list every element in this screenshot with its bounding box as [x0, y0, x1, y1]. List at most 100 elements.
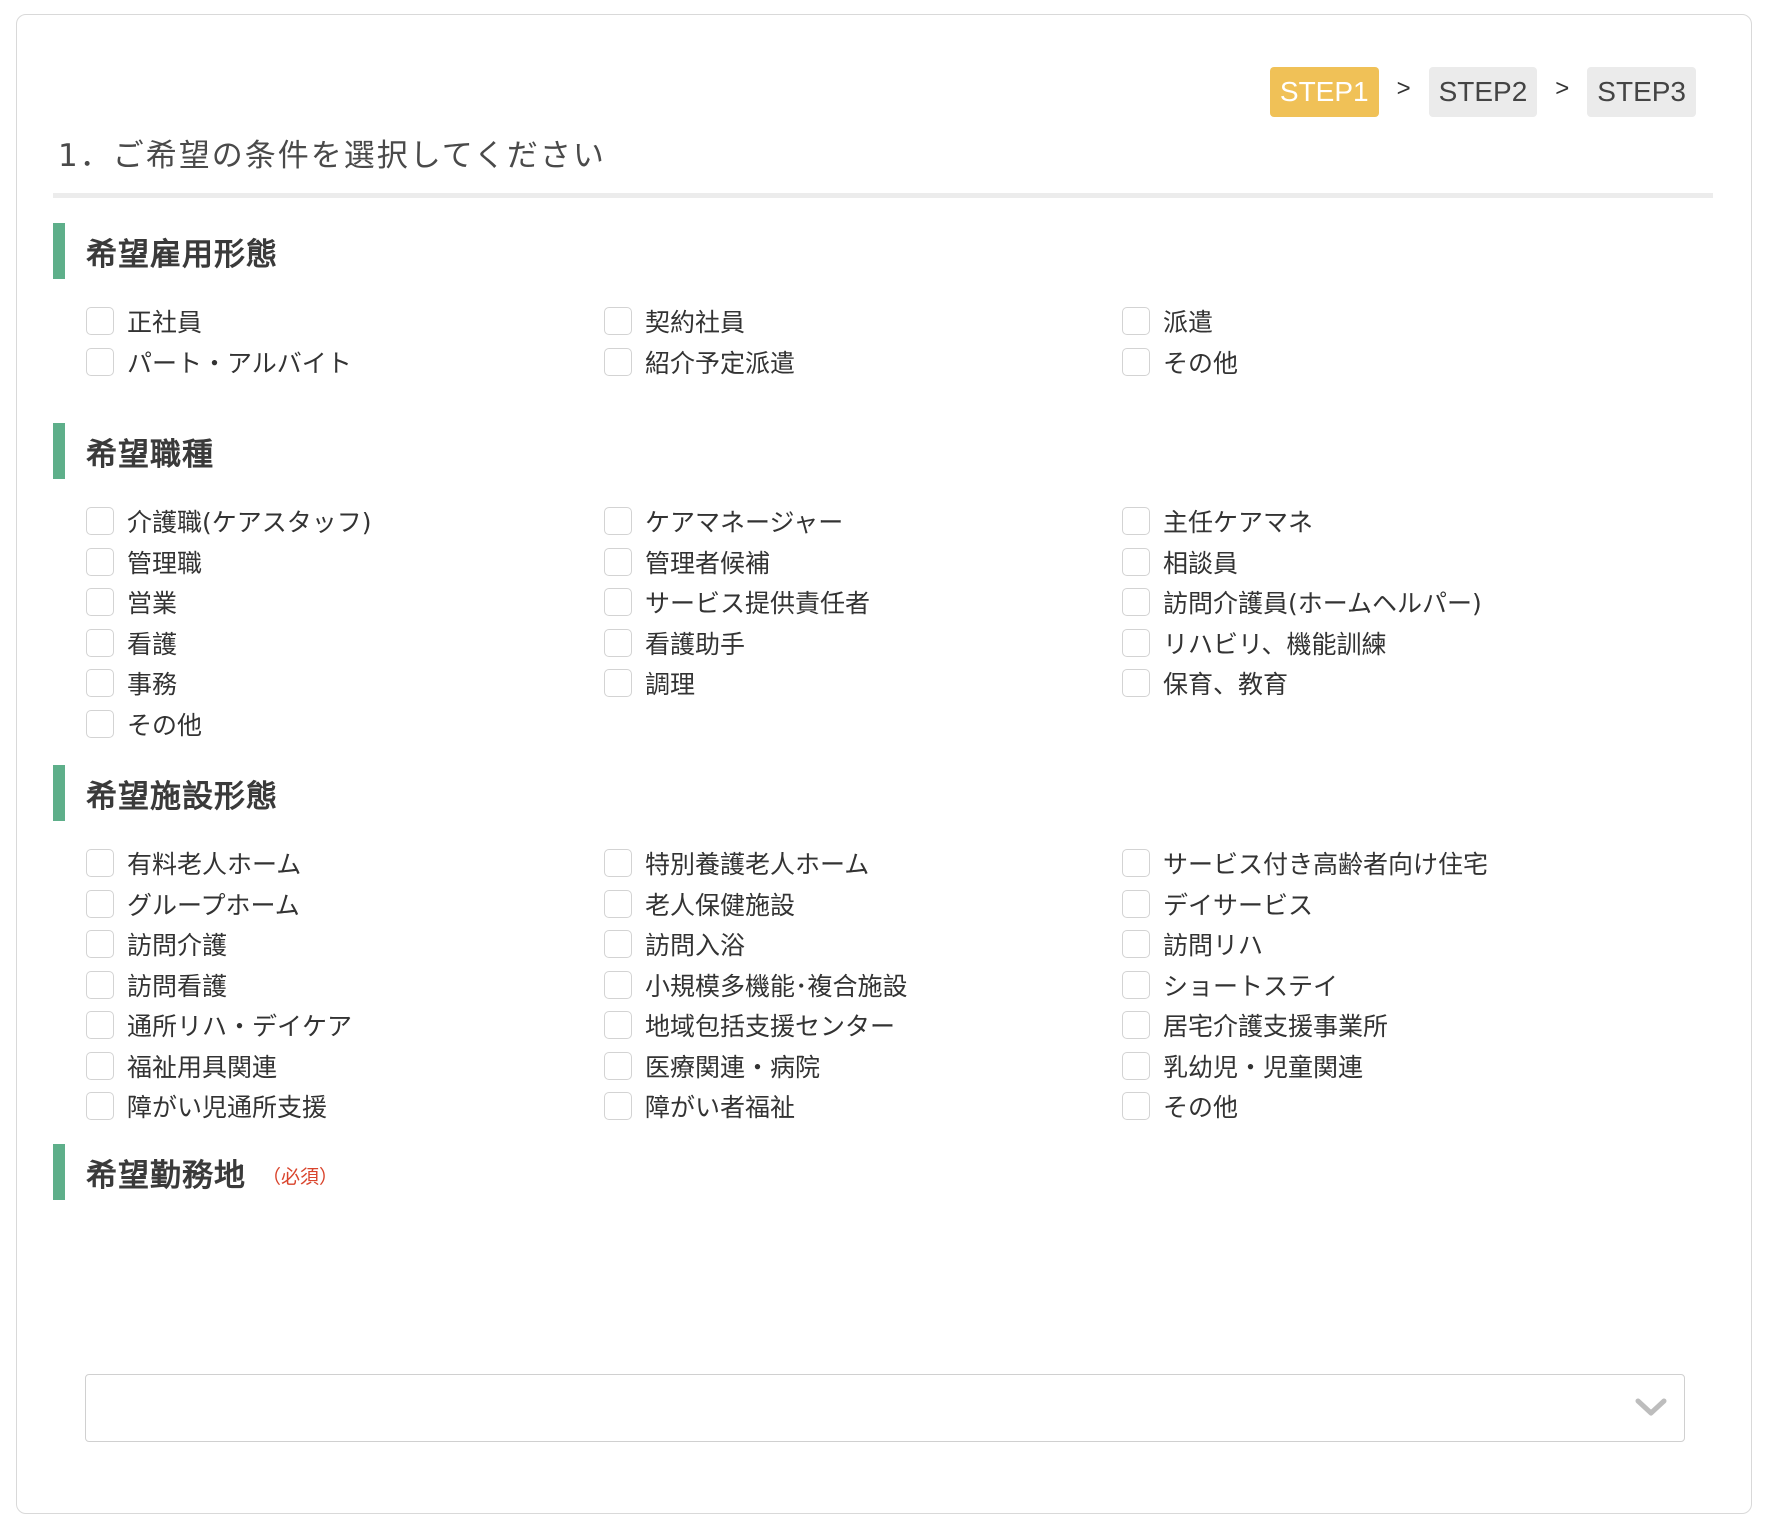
- checkbox-option[interactable]: サービス提供責任者: [604, 582, 1122, 623]
- checkbox[interactable]: [86, 970, 114, 999]
- checkbox[interactable]: [604, 628, 632, 657]
- checkbox[interactable]: [1122, 547, 1150, 576]
- checkbox-label: 看護助手: [645, 629, 746, 659]
- checkbox-option[interactable]: 障がい者福祉: [604, 1086, 1122, 1127]
- checkbox-option[interactable]: 乳幼児・児童関連: [1122, 1046, 1682, 1087]
- checkbox-option[interactable]: ケアマネージャー: [604, 501, 1122, 542]
- checkbox-label: ケアマネージャー: [645, 508, 844, 538]
- checkbox-option[interactable]: ショートステイ: [1122, 965, 1682, 1006]
- checkbox-option[interactable]: その他: [1122, 1086, 1682, 1127]
- checkbox[interactable]: [604, 1051, 632, 1080]
- checkbox-option[interactable]: 主任ケアマネ: [1122, 501, 1682, 542]
- checkbox-option[interactable]: 営業: [86, 582, 604, 623]
- checkbox-option[interactable]: 事務: [86, 663, 604, 704]
- checkbox-option[interactable]: 医療関連・病院: [604, 1046, 1122, 1087]
- checkbox-option[interactable]: 通所リハ・デイケア: [86, 1005, 604, 1046]
- checkbox[interactable]: [1122, 1011, 1150, 1040]
- checkbox[interactable]: [1122, 669, 1150, 698]
- checkbox[interactable]: [604, 970, 632, 999]
- checkbox-option[interactable]: リハビリ、機能訓練: [1122, 623, 1682, 664]
- checkbox[interactable]: [604, 1092, 632, 1121]
- checkbox[interactable]: [1122, 930, 1150, 959]
- checkbox[interactable]: [86, 930, 114, 959]
- checkbox-label: 特別養護老人ホーム: [645, 850, 870, 880]
- checkbox[interactable]: [604, 588, 632, 617]
- checkbox-option[interactable]: 特別養護老人ホーム: [604, 843, 1122, 884]
- checkbox[interactable]: [86, 1092, 114, 1121]
- checkbox-option[interactable]: パート・アルバイト: [86, 342, 604, 383]
- checkbox-option[interactable]: 保育、教育: [1122, 663, 1682, 704]
- checkbox[interactable]: [86, 669, 114, 698]
- checkbox-option[interactable]: 紹介予定派遣: [604, 342, 1122, 383]
- checkbox-option[interactable]: 小規模多機能･複合施設: [604, 965, 1122, 1006]
- checkbox[interactable]: [86, 628, 114, 657]
- checkbox[interactable]: [1122, 1051, 1150, 1080]
- checkbox-option[interactable]: 訪問看護: [86, 965, 604, 1006]
- checkbox[interactable]: [604, 507, 632, 536]
- checkbox[interactable]: [604, 669, 632, 698]
- checkbox-option[interactable]: 居宅介護支援事業所: [1122, 1005, 1682, 1046]
- checkbox-option[interactable]: 地域包括支援センター: [604, 1005, 1122, 1046]
- step-separator: >: [1555, 75, 1570, 102]
- checkbox-label: デイサービス: [1163, 890, 1314, 920]
- checkbox[interactable]: [86, 849, 114, 878]
- checkbox[interactable]: [86, 547, 114, 576]
- checkbox[interactable]: [1122, 307, 1150, 336]
- checkbox-option[interactable]: 訪問介護: [86, 924, 604, 965]
- checkbox-option[interactable]: 調理: [604, 663, 1122, 704]
- checkbox-option[interactable]: サービス付き高齢者向け住宅: [1122, 843, 1682, 884]
- checkbox-option[interactable]: 訪問介護員(ホームヘルパー): [1122, 582, 1682, 623]
- checkbox[interactable]: [1122, 849, 1150, 878]
- step-1-badge: STEP1: [1269, 67, 1379, 117]
- checkbox-label: サービス提供責任者: [645, 589, 871, 619]
- checkbox[interactable]: [1122, 889, 1150, 918]
- checkbox-option[interactable]: 有料老人ホーム: [86, 843, 604, 884]
- checkbox[interactable]: [86, 889, 114, 918]
- checkbox[interactable]: [86, 588, 114, 617]
- checkbox[interactable]: [604, 347, 632, 376]
- checkbox-option[interactable]: 契約社員: [604, 301, 1122, 342]
- checkbox-label: 訪問看護: [127, 971, 228, 1001]
- checkbox-option[interactable]: 訪問リハ: [1122, 924, 1682, 965]
- checkbox[interactable]: [1122, 507, 1150, 536]
- checkbox-option[interactable]: 看護: [86, 623, 604, 664]
- checkbox-option[interactable]: デイサービス: [1122, 884, 1682, 925]
- checkbox[interactable]: [604, 849, 632, 878]
- checkbox[interactable]: [86, 1011, 114, 1040]
- checkbox[interactable]: [86, 307, 114, 336]
- checkbox-option[interactable]: 介護職(ケアスタッフ): [86, 501, 604, 542]
- checkbox[interactable]: [86, 709, 114, 738]
- work-location-select[interactable]: [85, 1374, 1685, 1442]
- checkbox-option[interactable]: 正社員: [86, 301, 604, 342]
- checkbox-option[interactable]: 看護助手: [604, 623, 1122, 664]
- checkbox[interactable]: [1122, 970, 1150, 999]
- checkbox-option[interactable]: 福祉用具関連: [86, 1046, 604, 1087]
- checkbox-option[interactable]: グループホーム: [86, 884, 604, 925]
- checkbox-label: パート・アルバイト: [127, 348, 352, 378]
- checkbox[interactable]: [86, 1051, 114, 1080]
- checkbox-option[interactable]: 訪問入浴: [604, 924, 1122, 965]
- checkbox[interactable]: [1122, 1092, 1150, 1121]
- checkbox-label: 正社員: [127, 308, 203, 338]
- checkbox-option[interactable]: その他: [86, 704, 604, 745]
- checkbox-option[interactable]: 派遣: [1122, 301, 1682, 342]
- checkbox[interactable]: [604, 547, 632, 576]
- title-divider: [53, 193, 1713, 198]
- checkbox-option[interactable]: 相談員: [1122, 542, 1682, 583]
- checkbox[interactable]: [1122, 347, 1150, 376]
- checkbox[interactable]: [1122, 628, 1150, 657]
- checkbox-option[interactable]: 障がい児通所支援: [86, 1086, 604, 1127]
- checkbox-option[interactable]: 老人保健施設: [604, 884, 1122, 925]
- checkbox[interactable]: [1122, 588, 1150, 617]
- checkbox-option[interactable]: 管理職: [86, 542, 604, 583]
- checkbox[interactable]: [604, 930, 632, 959]
- checkbox-label: 保育、教育: [1163, 670, 1289, 700]
- section-title: 希望施設形態: [86, 778, 278, 815]
- checkbox[interactable]: [604, 307, 632, 336]
- checkbox[interactable]: [86, 507, 114, 536]
- checkbox-option[interactable]: 管理者候補: [604, 542, 1122, 583]
- checkbox[interactable]: [86, 347, 114, 376]
- checkbox[interactable]: [604, 1011, 632, 1040]
- checkbox-option[interactable]: その他: [1122, 342, 1682, 383]
- checkbox[interactable]: [604, 889, 632, 918]
